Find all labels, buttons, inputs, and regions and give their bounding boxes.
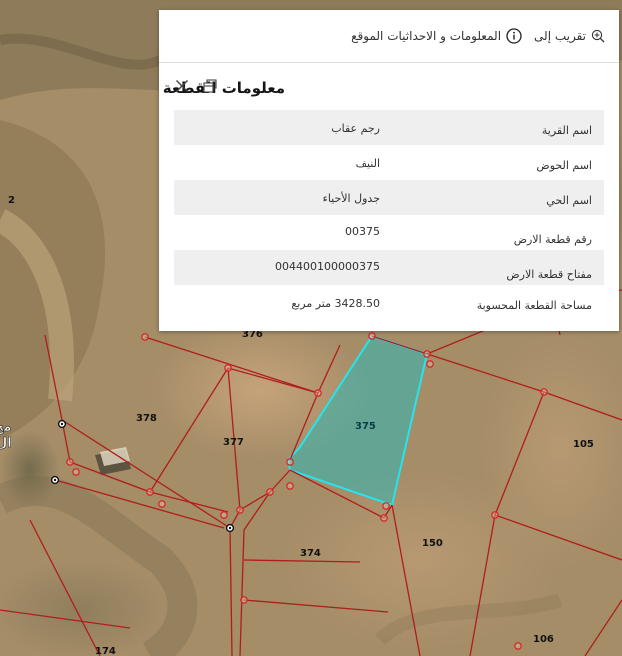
plot-label[interactable]: 106 <box>533 634 554 645</box>
close-icon <box>176 80 188 92</box>
popup-actions: تقريب إلى المعلومات و الاحداثيات الموقع <box>159 10 619 63</box>
table-row: رقم قطعة الارض 00375 <box>174 215 604 250</box>
location-info-button[interactable]: المعلومات و الاحداثيات الموقع <box>351 28 522 44</box>
attribute-value: النيف <box>355 157 380 170</box>
plot-label[interactable]: 174 <box>95 646 116 656</box>
zoom-in-icon <box>591 29 605 43</box>
attribute-value: جدول الأحياء <box>322 192 380 205</box>
plot-label[interactable]: 374 <box>300 548 321 559</box>
attribute-label: رقم قطعة الارض <box>513 233 592 246</box>
parcel-info-popup: تقريب إلى المعلومات و الاحداثيات الموقع … <box>159 10 619 331</box>
road-label: ال <box>0 436 12 451</box>
table-row: اسم القرية رجم عقاب <box>174 110 604 145</box>
attribute-label: مساحة القطعة المحسوبة <box>476 299 592 312</box>
popup-header: معلومات القطعة <box>159 63 619 111</box>
zoom-to-label: تقريب إلى <box>534 29 586 43</box>
table-row: اسم الحوض النيف <box>174 145 604 180</box>
attribute-value: 004400100000375 <box>275 260 380 273</box>
zoom-to-button[interactable]: تقريب إلى <box>534 29 605 43</box>
plot-label[interactable]: 2 <box>8 195 15 206</box>
parcel-attributes-table: اسم القرية رجم عقاب اسم الحوض النيف اسم … <box>174 110 604 320</box>
attribute-label: مفتاح قطعة الارض <box>506 268 592 281</box>
attribute-value: 3428.50 متر مربع <box>291 297 380 310</box>
table-row: مفتاح قطعة الارض 004400100000375 <box>174 250 604 285</box>
attribute-label: اسم القرية <box>541 124 592 137</box>
road-label: مح <box>0 420 11 435</box>
plot-label[interactable]: 375 <box>355 421 376 432</box>
plot-label[interactable]: 105 <box>573 439 594 450</box>
attribute-value: رجم عقاب <box>331 122 380 135</box>
plot-label[interactable]: 150 <box>422 538 443 549</box>
dock-icon <box>203 79 217 93</box>
attribute-value: 00375 <box>345 225 380 238</box>
location-info-label: المعلومات و الاحداثيات الموقع <box>351 29 502 43</box>
attribute-label: اسم الحوض <box>536 159 592 172</box>
dock-button[interactable] <box>201 77 219 95</box>
info-circle-icon <box>506 28 522 44</box>
close-button[interactable] <box>173 77 191 95</box>
plot-label[interactable]: 378 <box>136 413 157 424</box>
table-row: اسم الحي جدول الأحياء <box>174 180 604 215</box>
attribute-label: اسم الحي <box>546 194 592 207</box>
table-row: مساحة القطعة المحسوبة 3428.50 متر مربع <box>174 285 604 320</box>
plot-label[interactable]: 377 <box>223 437 244 448</box>
